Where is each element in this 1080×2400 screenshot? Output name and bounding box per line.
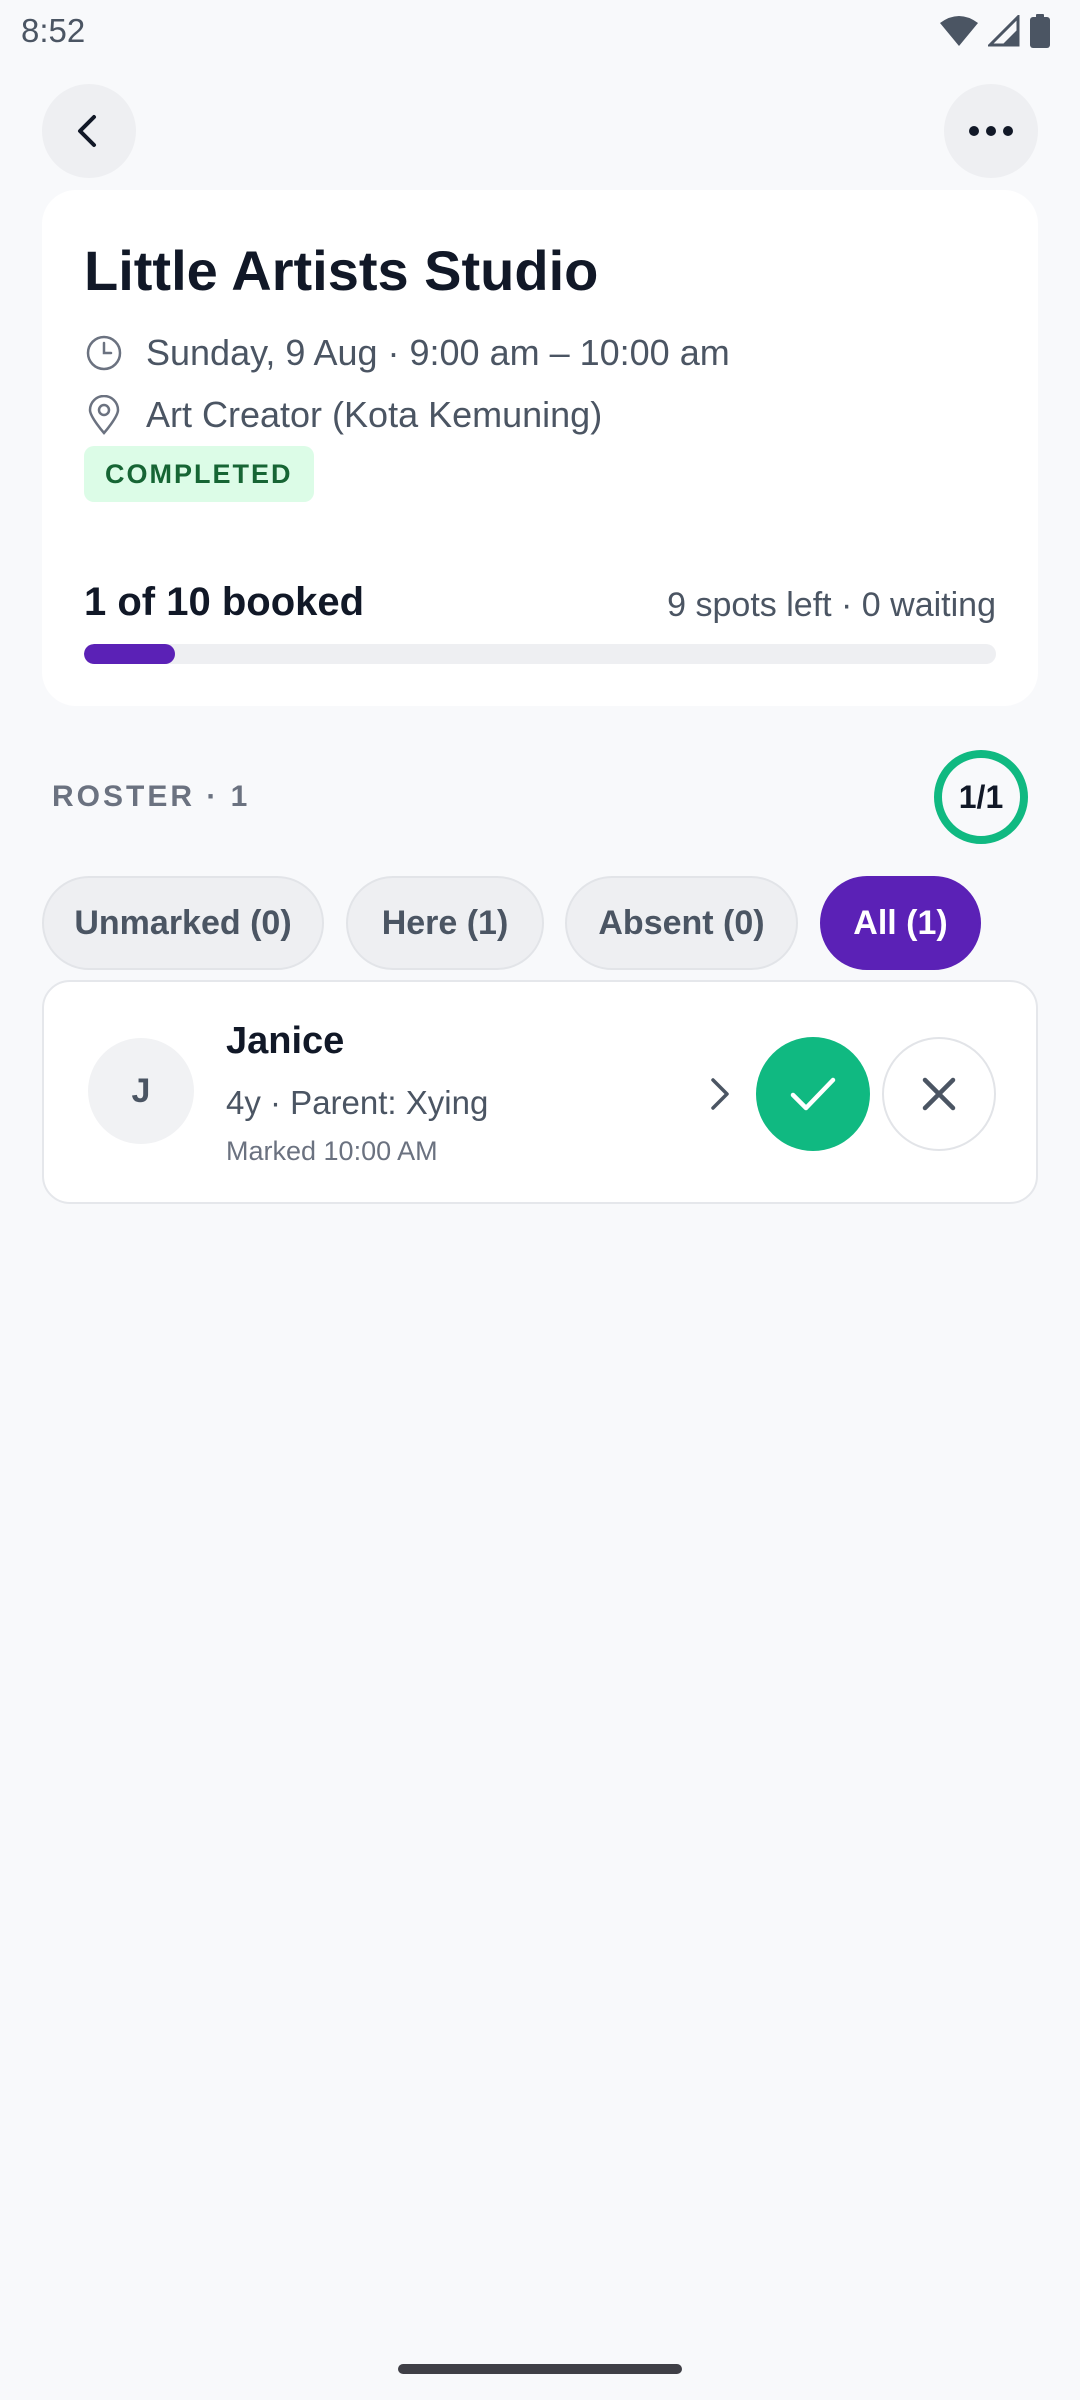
attendee-meta: 4y · Parent: Xying [226,1084,489,1121]
class-summary-card: Little Artists Studio Sunday, 9 Aug · 9:… [42,190,1038,706]
attendee-marked-time: Marked 10:00 AM [226,1136,438,1166]
back-button[interactable] [42,84,136,178]
battery-icon [1030,14,1050,48]
cellular-signal-icon [988,15,1020,47]
chevron-left-icon [78,115,96,147]
class-location: Art Creator (Kota Kemuning) [146,394,603,435]
class-datetime-row: Sunday, 9 Aug · 9:00 am – 10:00 am [84,332,730,374]
status-badge: COMPLETED [84,446,314,502]
attendee-name: Janice [226,1020,345,1062]
filter-chip-here[interactable]: Here (1) [346,876,544,970]
booking-progress-fill [84,644,176,664]
status-time: 8:52 [21,12,86,49]
check-icon [790,1077,836,1111]
filter-chip-absent[interactable]: Absent (0) [565,876,798,970]
mark-absent-button[interactable] [882,1037,996,1151]
close-icon [922,1077,956,1111]
spots-left: 9 spots left · 0 waiting [667,586,996,624]
more-horizontal-icon [969,126,1013,136]
chevron-right-icon[interactable] [700,1070,740,1118]
roster-label: ROSTER · 1 [52,780,251,813]
class-title: Little Artists Studio [84,239,599,302]
status-icons [940,14,1050,48]
home-indicator[interactable] [398,2364,682,2374]
attendee-card[interactable]: J Janice 4y · Parent: Xying Marked 10:00… [42,980,1038,1204]
wifi-icon [940,16,978,46]
avatar: J [88,1038,194,1144]
booking-progress-bar [84,644,996,664]
clock-icon [84,333,124,373]
mark-present-button[interactable] [756,1037,870,1151]
more-options-button[interactable] [944,84,1038,178]
class-location-row: Art Creator (Kota Kemuning) [84,394,602,436]
filter-chip-unmarked[interactable]: Unmarked (0) [42,876,324,970]
status-bar: 8:52 [0,0,1080,64]
class-datetime: Sunday, 9 Aug · 9:00 am – 10:00 am [146,332,730,373]
booked-count: 1 of 10 booked [84,580,365,624]
map-pin-icon [84,395,124,435]
attendance-ratio-ring: 1/1 [934,750,1028,844]
filter-chip-all[interactable]: All (1) [820,876,981,970]
